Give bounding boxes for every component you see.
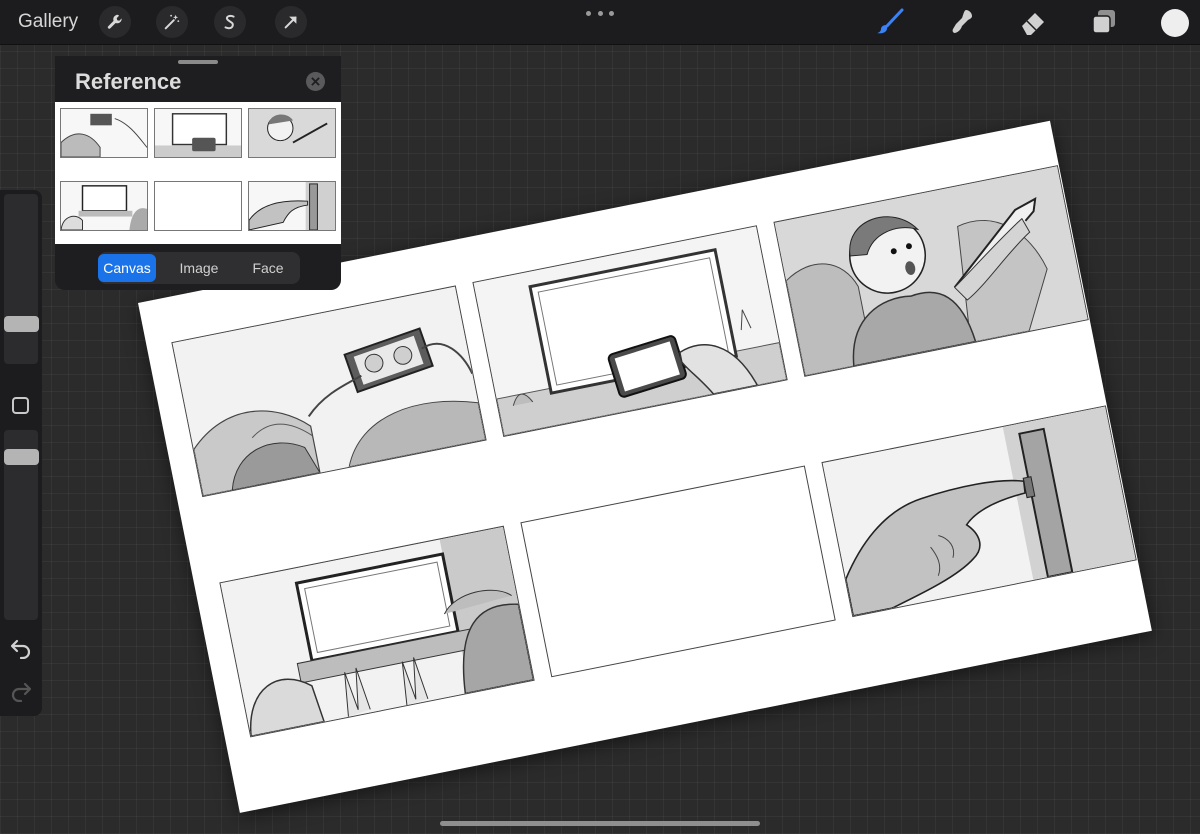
storyboard-panel-6	[821, 405, 1137, 618]
more-options-icon[interactable]	[586, 8, 614, 18]
reference-mode-segmented-control: Canvas Image Face	[98, 252, 300, 284]
selection-icon[interactable]	[214, 6, 246, 38]
top-toolbar: Gallery	[0, 0, 1200, 45]
reference-panel: Reference Canvas Image Face	[55, 56, 341, 290]
storyboard-panel-4	[219, 525, 535, 738]
color-picker-swatch[interactable]	[1161, 9, 1189, 37]
reference-thumb-5	[154, 181, 242, 231]
brush-size-thumb[interactable]	[4, 316, 39, 332]
reference-thumb-1	[60, 108, 148, 158]
storyboard-panel-3	[773, 165, 1089, 377]
layers-icon[interactable]	[1089, 7, 1119, 37]
left-sidebar	[0, 190, 42, 716]
reference-thumb-6	[248, 181, 336, 231]
close-icon[interactable]	[306, 72, 325, 91]
reference-thumb-4	[60, 181, 148, 231]
smudge-icon[interactable]	[946, 7, 976, 37]
transform-arrow-icon[interactable]	[275, 6, 307, 38]
reference-canvas-preview	[55, 102, 341, 244]
wrench-icon[interactable]	[99, 6, 131, 38]
reference-thumb-2	[154, 108, 242, 158]
reference-thumb-3	[248, 108, 336, 158]
undo-icon[interactable]	[9, 635, 33, 659]
storyboard-panel-2	[472, 225, 788, 438]
reference-drag-handle[interactable]	[178, 60, 218, 64]
brush-size-slider[interactable]	[4, 194, 38, 364]
storyboard-panel-5	[520, 465, 836, 678]
gallery-button[interactable]: Gallery	[18, 11, 78, 33]
eraser-icon[interactable]	[1018, 7, 1048, 37]
redo-icon[interactable]	[9, 678, 33, 702]
tab-canvas[interactable]: Canvas	[98, 254, 156, 282]
modify-button[interactable]	[12, 397, 29, 414]
tab-image[interactable]: Image	[168, 254, 230, 282]
tab-face[interactable]: Face	[238, 254, 298, 282]
brush-icon[interactable]	[875, 7, 905, 37]
opacity-thumb[interactable]	[4, 449, 39, 465]
reference-title: Reference	[75, 69, 182, 94]
home-indicator[interactable]	[440, 821, 760, 826]
magic-wand-icon[interactable]	[156, 6, 188, 38]
storyboard-panel-1	[171, 285, 487, 498]
